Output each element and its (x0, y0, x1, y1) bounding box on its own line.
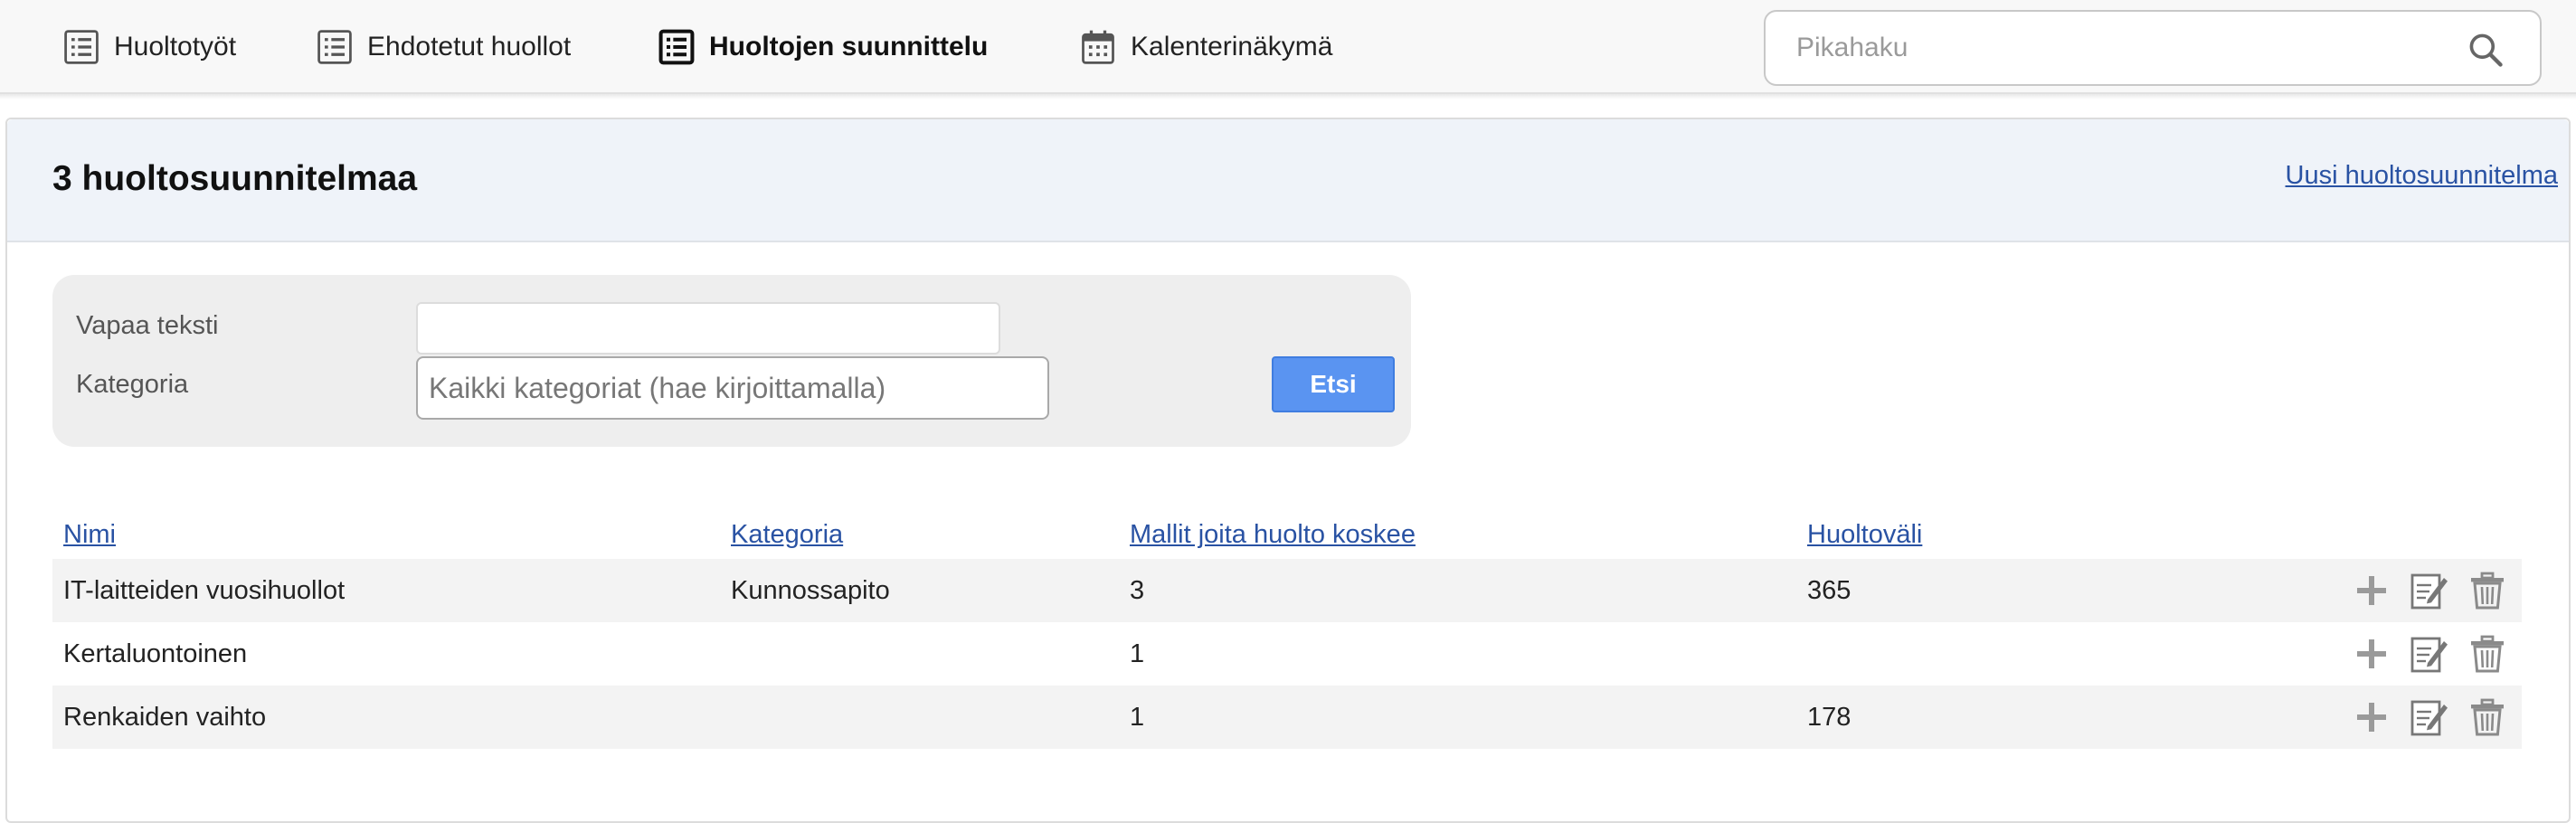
table-row: Renkaiden vaihto 1 178 (52, 686, 2522, 749)
trash-icon[interactable] (2466, 695, 2509, 739)
nav-item-huoltotyot[interactable]: Huoltotyöt (62, 24, 236, 71)
cell-category (720, 686, 1119, 749)
cell-models: 3 (1119, 559, 1796, 622)
column-header-actions (2176, 488, 2522, 559)
sort-link-models[interactable]: Mallit joita huolto koskee (1130, 520, 1416, 549)
edit-icon[interactable] (2408, 632, 2451, 676)
sort-link-category[interactable]: Kategoria (731, 520, 843, 549)
page-title: 3 huoltosuunnitelmaa (52, 159, 418, 198)
table-row: Kertaluontoinen 1 (52, 622, 2522, 686)
new-maintenance-plan-link[interactable]: Uusi huoltosuunnitelma (2286, 161, 2558, 191)
list-icon (658, 29, 695, 65)
list-icon (64, 30, 99, 64)
list-icon (317, 30, 352, 64)
cell-actions (2176, 622, 2522, 686)
column-header-models: Mallit joita huolto koskee (1119, 488, 1796, 559)
free-text-input[interactable] (416, 302, 1000, 355)
cell-category: Kunnossapito (720, 559, 1119, 622)
nav-item-label: Huoltotyöt (114, 32, 237, 61)
cell-interval: 365 (1796, 559, 2176, 622)
cell-actions (2176, 686, 2522, 749)
sort-link-interval[interactable]: Huoltoväli (1807, 520, 1922, 549)
filter-panel: Vapaa teksti Kategoria Etsi (52, 275, 1411, 447)
nav-item-huoltojen-suunnittelu[interactable]: Huoltojen suunnittelu (657, 24, 988, 71)
cell-actions (2176, 559, 2522, 622)
column-header-category: Kategoria (720, 488, 1119, 559)
trash-icon[interactable] (2466, 569, 2509, 612)
card-header: 3 huoltosuunnitelmaa Uusi huoltosuunnite… (7, 119, 2569, 242)
table-header-row: Nimi Kategoria Mallit joita huolto koske… (52, 488, 2522, 559)
nav-item-ehdotetut-huollot[interactable]: Ehdotetut huollot (315, 24, 571, 71)
nav-shadow (0, 92, 2576, 99)
search-button[interactable]: Etsi (1272, 356, 1395, 412)
nav-item-label: Ehdotetut huollot (367, 32, 572, 61)
sort-link-name[interactable]: Nimi (63, 520, 116, 549)
quick-search (1764, 10, 2542, 86)
search-icon[interactable] (2466, 30, 2505, 70)
nav-item-label: Kalenterinäkymä (1131, 32, 1333, 61)
table-row: IT-laitteiden vuosihuollot Kunnossapito … (52, 559, 2522, 622)
plus-icon[interactable] (2350, 632, 2393, 676)
plus-icon[interactable] (2350, 569, 2393, 612)
free-text-label: Vapaa teksti (76, 311, 219, 340)
category-input[interactable] (416, 356, 1049, 420)
trash-icon[interactable] (2466, 632, 2509, 676)
maintenance-plans-card: 3 huoltosuunnitelmaa Uusi huoltosuunnite… (5, 118, 2571, 823)
cell-name: IT-laitteiden vuosihuollot (52, 559, 720, 622)
column-header-name: Nimi (52, 488, 720, 559)
edit-icon[interactable] (2408, 569, 2451, 612)
top-navigation: Huoltotyöt Ehdotetut huollot Huoltojen s… (0, 0, 2576, 99)
cell-name: Renkaiden vaihto (52, 686, 720, 749)
nav-item-kalenterinakyma[interactable]: Kalenterinäkymä (1078, 24, 1332, 71)
cell-interval: 178 (1796, 686, 2176, 749)
cell-name: Kertaluontoinen (63, 639, 248, 668)
calendar-icon (1082, 30, 1114, 64)
nav-item-label: Huoltojen suunnittelu (709, 32, 989, 61)
edit-icon[interactable] (2408, 695, 2451, 739)
column-header-interval: Huoltoväli (1796, 488, 2176, 559)
cell-models: 1 (1130, 639, 1145, 668)
plus-icon[interactable] (2350, 695, 2393, 739)
maintenance-plans-table: Nimi Kategoria Mallit joita huolto koske… (52, 488, 2522, 749)
cell-models: 1 (1119, 686, 1796, 749)
category-label: Kategoria (76, 370, 189, 399)
cell-interval (1796, 622, 2176, 686)
cell-category (720, 622, 1119, 686)
quick-search-input[interactable] (1795, 20, 2431, 76)
